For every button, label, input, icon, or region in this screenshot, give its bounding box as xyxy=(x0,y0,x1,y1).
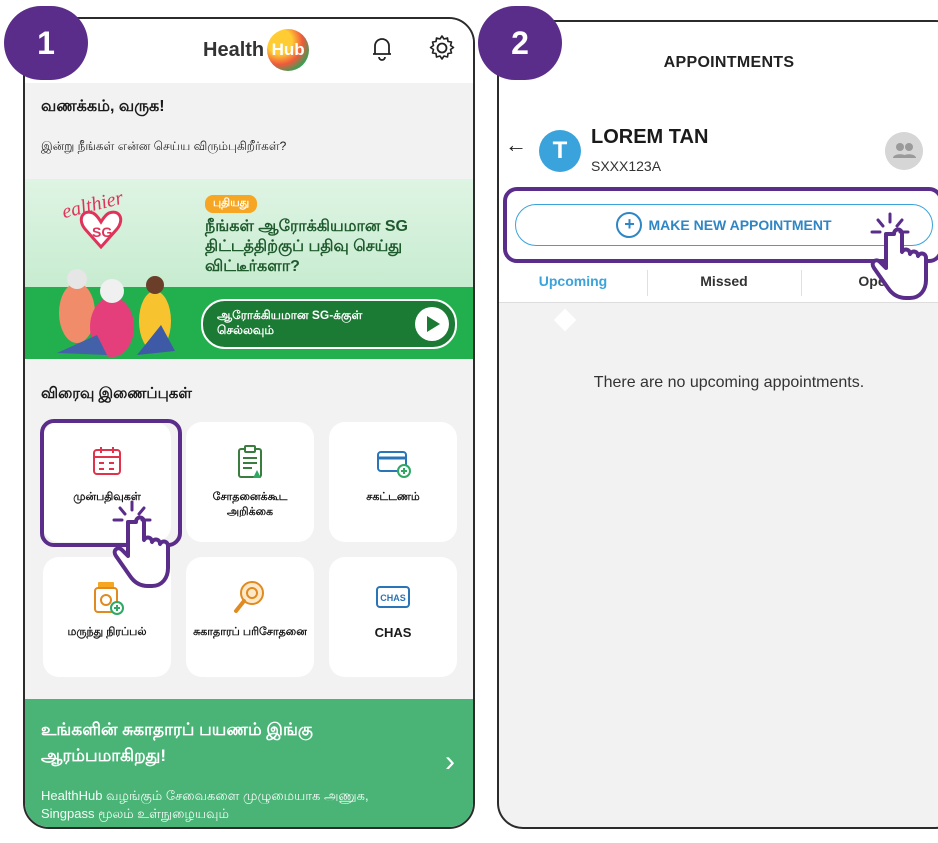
patient-avatar: T xyxy=(539,130,581,172)
healthhub-logo: Health Hub xyxy=(203,29,310,71)
switch-profile-icon[interactable] xyxy=(885,132,923,170)
active-tab-pointer xyxy=(553,308,577,332)
tap-hand-icon xyxy=(870,212,928,300)
play-arrow-icon xyxy=(415,307,449,341)
banner-button-label: ஆரோக்கியமான SG-க்குள் செல்லவும் xyxy=(217,308,363,337)
svg-text:SG: SG xyxy=(92,224,112,240)
healthier-sg-banner[interactable]: SG ealthier புதியது நீங்கள் ஆரோக்கியமான … xyxy=(25,179,473,359)
healthier-sg-logo: SG ealthier xyxy=(60,191,126,250)
tile-label: மருந்து நிரப்பல் xyxy=(67,626,147,638)
greeting-subtitle: இன்று நீங்கள் என்ன செய்ய விரும்புகிறீர்க… xyxy=(41,139,287,153)
footer-title: உங்களின் சுகாதாரப் பயணம் இங்கு ஆரம்பமாகி… xyxy=(41,720,313,765)
tile-lab-report[interactable]: சோதனைக்கூட அறிக்கை xyxy=(186,422,314,542)
tile-label: சோதனைக்கூட அறிக்கை xyxy=(212,491,288,518)
tile-label: சுகாதாரப் பரிசோதனை xyxy=(193,626,307,638)
empty-state-message: There are no upcoming appointments. xyxy=(593,374,865,391)
login-promo-footer[interactable]: உங்களின் சுகாதாரப் பயணம் இங்கு ஆரம்பமாகி… xyxy=(25,699,473,827)
clipboard-icon xyxy=(238,445,262,478)
banner-title: நீங்கள் ஆரோக்கியமான SG திட்டத்திற்குப் ப… xyxy=(205,218,408,275)
credit-card-icon xyxy=(377,451,411,478)
phone-screen-appointments: APPOINTMENTS ← T LOREM TAN SXXX123A + MA… xyxy=(497,20,938,829)
tap-hand-icon xyxy=(112,500,170,588)
appointments-header: APPOINTMENTS xyxy=(499,22,938,92)
tile-health-screening[interactable]: சுகாதாரப் பரிசோதனை xyxy=(186,557,314,677)
svg-text:CHAS: CHAS xyxy=(380,593,406,603)
gear-icon[interactable] xyxy=(427,33,457,63)
new-tag: புதியது xyxy=(205,195,258,213)
magnifier-icon xyxy=(234,581,264,613)
bell-icon[interactable] xyxy=(367,33,397,63)
go-to-healthier-sg-button[interactable]: ஆரோக்கியமான SG-க்குள் செல்லவும் xyxy=(201,299,457,349)
patient-id: SXXX123A xyxy=(591,158,662,174)
tab-missed[interactable]: Missed xyxy=(648,273,800,289)
quick-links-heading: விரைவு இணைப்புகள் xyxy=(41,385,192,402)
phone-screen-home: Health Hub வணக்கம், வருக! இன்று நீங்கள் … xyxy=(23,17,475,829)
greeting-heading: வணக்கம், வருக! xyxy=(41,98,165,115)
tile-payment[interactable]: சகட்டணம் xyxy=(329,422,457,542)
patient-name: LOREM TAN xyxy=(591,126,709,148)
page-title: APPOINTMENTS xyxy=(663,54,795,71)
people-illustration xyxy=(57,269,175,357)
footer-description: HealthHub வழங்கும் சேவைகளை முழுமையாக அணு… xyxy=(41,788,369,821)
tab-upcoming[interactable]: Upcoming xyxy=(499,273,647,289)
tile-chas[interactable]: CHAS CHAS xyxy=(329,557,457,677)
chas-card-icon: CHAS xyxy=(376,586,410,608)
logo-hub-badge: Hub xyxy=(267,29,310,71)
back-arrow-icon[interactable]: ← xyxy=(505,132,527,158)
step-badge-1: 1 xyxy=(4,6,88,80)
logo-text: Health xyxy=(203,38,265,61)
step-badge-2: 2 xyxy=(478,6,562,80)
chevron-right-icon[interactable]: › xyxy=(445,745,455,779)
tile-label: சகட்டணம் xyxy=(366,491,420,503)
tile-label: CHAS xyxy=(374,625,412,640)
app-header: Health Hub xyxy=(25,19,473,83)
